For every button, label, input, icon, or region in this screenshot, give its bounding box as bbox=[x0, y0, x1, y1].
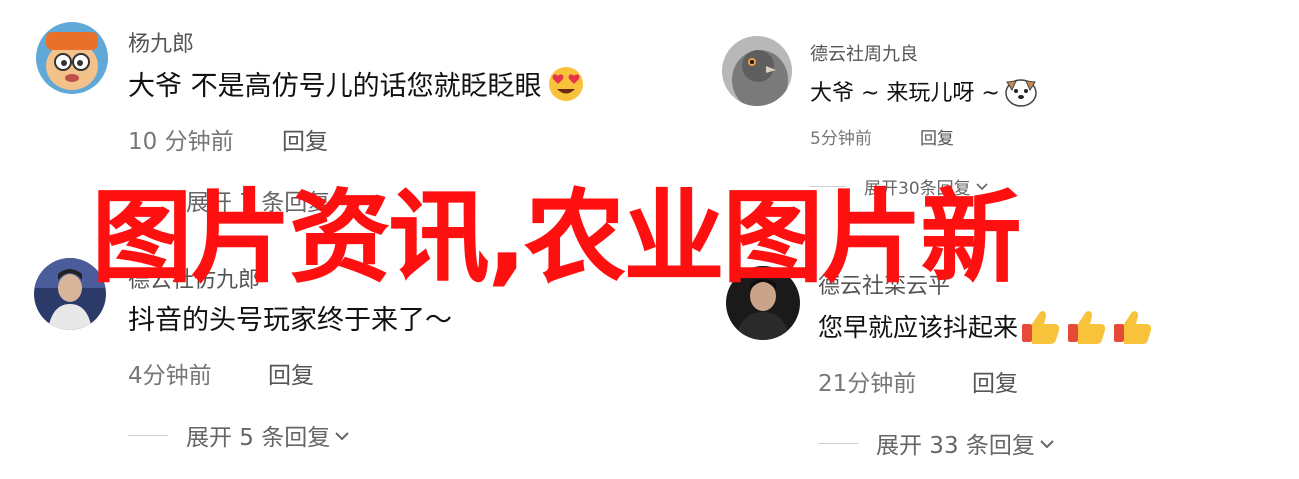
user-avatar[interactable] bbox=[722, 36, 792, 106]
reply-button[interactable]: 回复 bbox=[282, 122, 328, 156]
reply-button[interactable]: 回复 bbox=[268, 356, 314, 390]
divider-line bbox=[818, 442, 858, 444]
comment-text: 抖音的头号玩家终于来了～ bbox=[128, 298, 452, 337]
pigeon-avatar-icon bbox=[722, 36, 792, 106]
comment-timestamp: 4分钟前 bbox=[128, 363, 212, 389]
dog-face-emoji-icon bbox=[1002, 74, 1040, 108]
watermark-headline: 图片资讯,农业图片新 bbox=[92, 179, 1022, 296]
comment-username[interactable]: 杨九郎 bbox=[128, 26, 194, 58]
divider-line bbox=[128, 434, 168, 436]
reply-button[interactable]: 回复 bbox=[972, 364, 1018, 398]
expand-replies-button[interactable]: 展开 33 条回复 bbox=[818, 426, 1055, 460]
comment-timestamp: 5分钟前 bbox=[810, 129, 872, 149]
comment-text: 大爷 ~ 来玩儿呀 ~ bbox=[810, 74, 1040, 108]
user-avatar[interactable] bbox=[36, 22, 108, 94]
thumbs-up-emoji-icon bbox=[1020, 306, 1160, 346]
chevron-down-icon bbox=[1039, 430, 1055, 456]
cartoon-avatar-icon bbox=[36, 22, 108, 94]
heart-eyes-emoji-icon bbox=[544, 66, 588, 102]
comment-timestamp: 21分钟前 bbox=[818, 371, 917, 397]
comment-text-content: 您早就应该抖起来 bbox=[818, 313, 1019, 342]
reply-button[interactable]: 回复 bbox=[920, 124, 954, 149]
comment-timestamp: 10 分钟前 bbox=[128, 129, 234, 155]
comment-text: 您早就应该抖起来 bbox=[818, 306, 1160, 346]
expand-replies-label: 展开 5 条回复 bbox=[186, 425, 331, 451]
expand-replies-button[interactable]: 展开 5 条回复 bbox=[128, 418, 350, 452]
chevron-down-icon bbox=[334, 422, 350, 448]
comment-username[interactable]: 德云社周九良 bbox=[810, 40, 918, 66]
comment-text-content: 抖音的头号玩家终于来了～ bbox=[128, 305, 452, 336]
comment-text-content: 大爷 ~ 来玩儿呀 ~ bbox=[810, 81, 1000, 106]
comment-text: 大爷 不是高仿号儿的话您就眨眨眼 bbox=[128, 64, 588, 103]
comment-text-content: 大爷 不是高仿号儿的话您就眨眨眼 bbox=[128, 71, 542, 102]
expand-replies-label: 展开 33 条回复 bbox=[876, 433, 1035, 459]
